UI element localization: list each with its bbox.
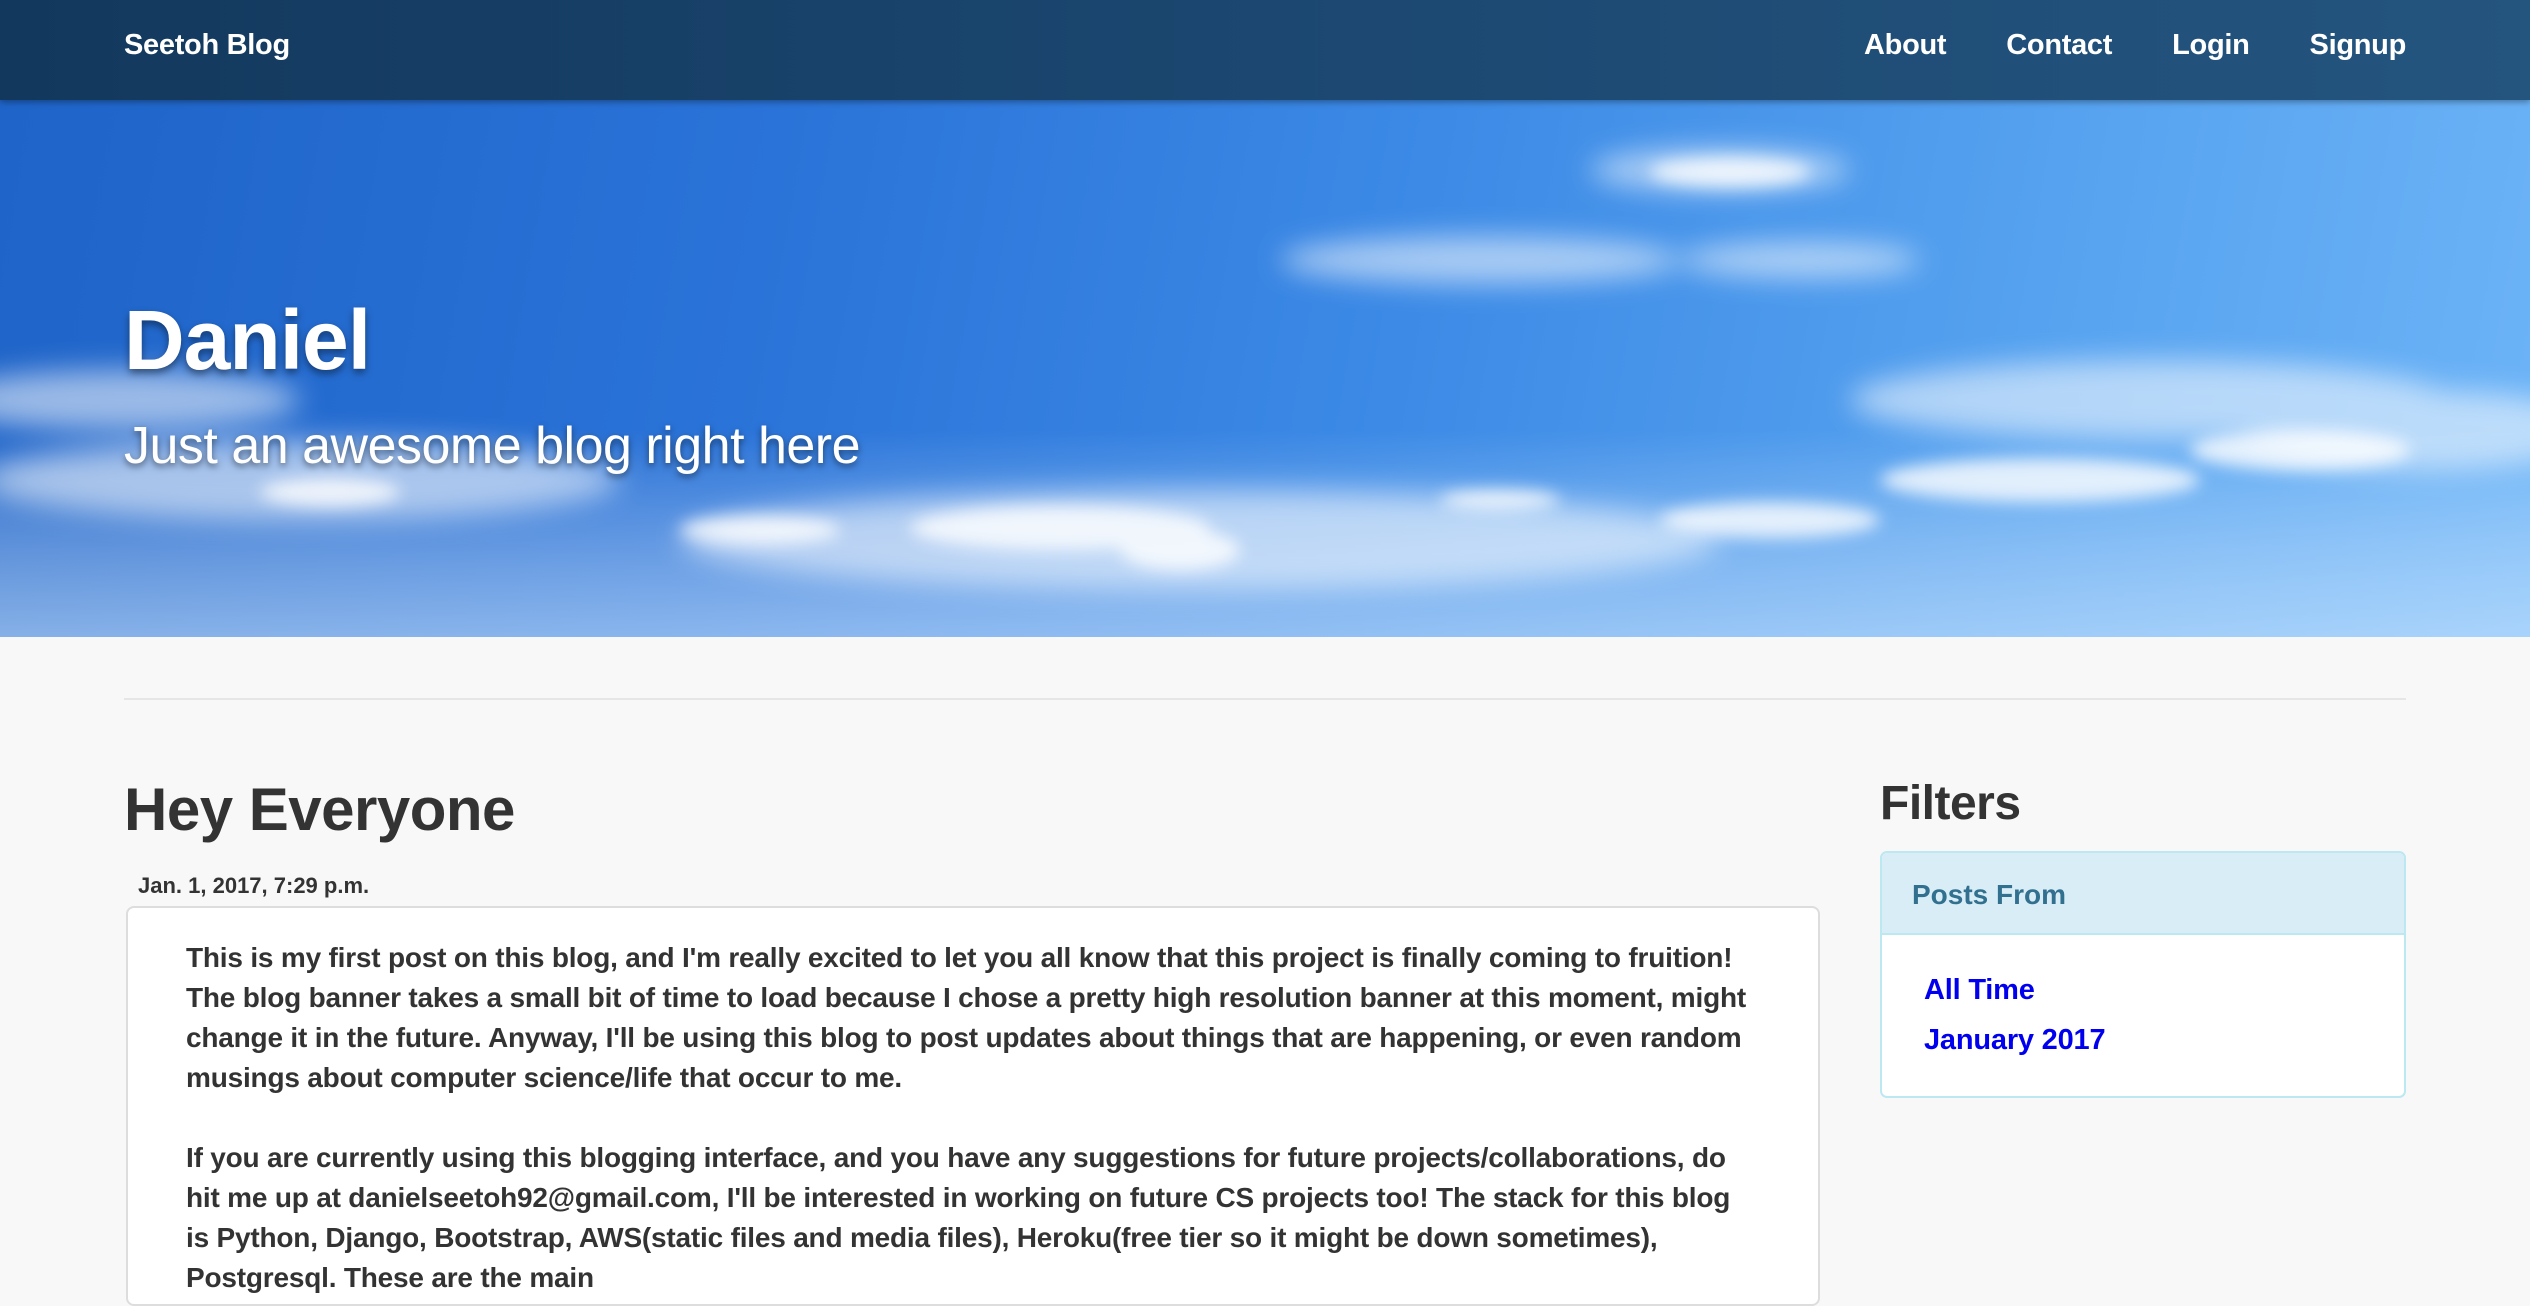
filters-panel-heading: Posts From (1882, 853, 2404, 935)
filter-link-january-2017[interactable]: January 2017 (1924, 1015, 2404, 1065)
hero-banner: Daniel Just an awesome blog right here (0, 100, 2530, 637)
filters-title: Filters (1880, 777, 2021, 830)
post-date: Jan. 1, 2017, 7:29 p.m. (138, 873, 370, 898)
brand-link[interactable]: Seetoh Blog (124, 29, 290, 62)
sky-clouds-image (0, 148, 2530, 637)
post-title: Hey Everyone (124, 776, 515, 843)
nav-link-login[interactable]: Login (2172, 29, 2250, 62)
filter-link-all-time[interactable]: All Time (1924, 965, 2404, 1015)
post-paragraph: This is my first post on this blog, and … (186, 942, 1747, 1093)
filters-list: All Time January 2017 (1882, 935, 2404, 1065)
hero-title: Daniel (124, 293, 371, 387)
post-body: This is my first post on this blog, and … (126, 906, 1820, 1306)
content-divider (124, 698, 2406, 700)
nav-links: About Contact Login Signup (1804, 29, 2406, 62)
nav-link-signup[interactable]: Signup (2310, 29, 2407, 62)
nav-link-about[interactable]: About (1864, 29, 1947, 62)
top-navbar: Seetoh Blog About Contact Login Signup (0, 0, 2530, 100)
hero-subtitle: Just an awesome blog right here (124, 417, 861, 475)
filters-panel: Posts From All Time January 2017 (1880, 851, 2406, 1098)
post-paragraph: If you are currently using this blogging… (186, 1142, 1731, 1293)
nav-link-contact[interactable]: Contact (2006, 29, 2112, 62)
